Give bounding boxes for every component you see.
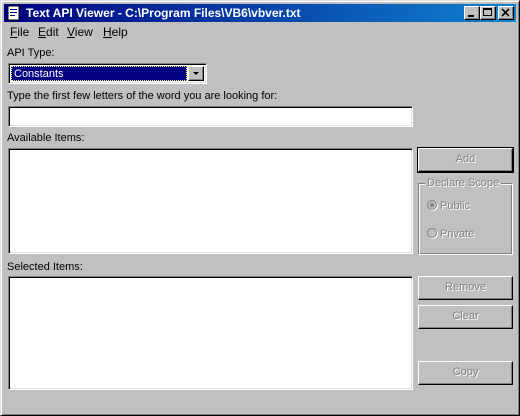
available-items-label: Available Items:	[7, 132, 85, 144]
menu-help[interactable]: Help	[103, 25, 128, 39]
api-type-label: API Type:	[7, 47, 55, 59]
menu-file[interactable]: File	[10, 25, 29, 39]
radio-selected-icon	[427, 200, 437, 210]
add-button[interactable]: Add	[417, 147, 514, 173]
selected-items-label: Selected Items:	[7, 261, 83, 273]
search-input[interactable]	[8, 106, 413, 127]
radio-unselected-icon	[427, 228, 437, 238]
api-type-dropdown[interactable]: Constants	[8, 63, 207, 84]
selected-items-list[interactable]	[8, 276, 413, 390]
declare-scope-group: Declare Scope Public Private	[418, 177, 513, 255]
maximize-button[interactable]	[480, 6, 496, 20]
minimize-button[interactable]	[464, 6, 480, 20]
menu-view[interactable]: View	[67, 25, 93, 39]
copy-button[interactable]: Copy	[418, 361, 513, 385]
maximize-icon	[483, 8, 492, 16]
menu-edit[interactable]: Edit	[38, 25, 59, 39]
close-icon	[501, 8, 510, 17]
search-label: Type the first few letters of the word y…	[7, 90, 278, 102]
minimize-icon	[468, 15, 474, 17]
chevron-down-icon	[193, 72, 199, 75]
available-items-list[interactable]	[8, 148, 413, 254]
title-bar[interactable]: Text API Viewer - C:\Program Files\VB6\v…	[4, 4, 516, 22]
main-window: Text API Viewer - C:\Program Files\VB6\v…	[0, 0, 520, 416]
app-icon	[7, 5, 20, 21]
menu-bar: File Edit View Help	[4, 23, 516, 42]
public-radio[interactable]: Public	[427, 200, 470, 212]
declare-scope-label: Declare Scope	[425, 177, 502, 189]
remove-button[interactable]: Remove	[418, 276, 513, 300]
close-button[interactable]	[498, 6, 514, 20]
window-title: Text API Viewer - C:\Program Files\VB6\v…	[26, 6, 301, 20]
private-radio[interactable]: Private	[427, 228, 474, 240]
clear-button[interactable]: Clear	[418, 305, 513, 329]
dropdown-arrow-button[interactable]	[188, 66, 204, 81]
api-type-selected: Constants	[11, 66, 187, 81]
